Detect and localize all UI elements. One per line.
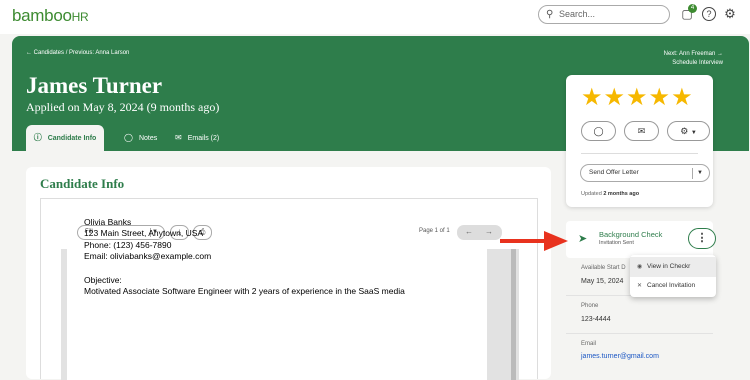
tab-candidate-info[interactable]: ⓘ Candidate Info (26, 125, 104, 151)
page-navigation: ← → (457, 225, 502, 240)
chat-icon: ◯ (593, 126, 604, 136)
resume-line: Phone: (123) 456-7890 (84, 239, 172, 250)
mail-icon: ✉ (637, 126, 646, 136)
gear-icon: ⚙ (680, 126, 689, 136)
resume-line: Email: oliviabanks@example.com (84, 251, 212, 262)
chat-icon: ◯ (124, 133, 133, 142)
candidate-info-card: Candidate Info Fill ▼ ⤓ ⎙ Page 1 of 1 ← … (26, 167, 551, 380)
search-input[interactable]: ⚲ Search... (538, 5, 670, 24)
tab-label: Emails (2) (187, 135, 220, 142)
chevron-down-icon: ▼ (690, 130, 697, 136)
breadcrumb[interactable]: ← Candidates / Previous: Anna Larson (26, 50, 129, 56)
paper-plane-icon: ➤ (578, 233, 588, 245)
star-icon[interactable]: ★ (604, 84, 627, 111)
bamboohr-logo[interactable]: bambooHR (12, 6, 89, 26)
mail-icon: ✉ (175, 133, 182, 142)
x-icon: ✕ (637, 283, 643, 289)
star-icon[interactable]: ★ (671, 84, 694, 111)
background-check-title: Background Check (599, 230, 663, 239)
star-rating[interactable]: ★★★★★ (581, 86, 694, 110)
offer-letter-select[interactable]: Send Offer Letter ▼ (580, 164, 710, 182)
menu-item-view-in-checkr[interactable]: ◉ View in Checkr (630, 257, 716, 277)
tab-label: Candidate Info (47, 135, 97, 142)
phone-label: Phone (581, 303, 599, 309)
start-date-value: May 15, 2024 (581, 278, 624, 285)
search-placeholder: Search... (559, 9, 596, 19)
top-bar: bambooHR ⚲ Search... ▢ 4 ? ⚙ (0, 0, 750, 34)
tab-notes[interactable]: ◯ Notes (124, 125, 157, 151)
next-candidate-status: Schedule Interview (672, 60, 723, 66)
tab-label: Notes (138, 135, 158, 142)
applied-date: Applied on May 8, 2024 (9 months ago) (26, 100, 220, 114)
red-arrow-annotation (500, 231, 568, 251)
eye-icon: ◉ (637, 264, 643, 270)
resume-text: Olivia Banks 123 Main Street, Anytown, U… (84, 217, 405, 297)
search-icon: ⚲ (546, 9, 554, 20)
tab-emails[interactable]: ✉ Emails (2) (175, 125, 219, 151)
email-link[interactable]: james.turner@gmail.com (581, 353, 659, 360)
arrow-head (544, 231, 568, 251)
page-indicator: Page 1 of 1 (419, 228, 450, 234)
next-page-button[interactable]: → (485, 225, 493, 239)
divider (566, 333, 713, 334)
menu-item-cancel-invitation[interactable]: ✕ Cancel Invitation (630, 276, 716, 296)
select-divider (692, 168, 693, 179)
menu-item-label: View in Checkr (647, 263, 691, 270)
updated-prefix: Updated (581, 191, 602, 197)
chevron-down-icon: ▼ (697, 170, 703, 176)
email-label: Email (581, 341, 597, 347)
email-button[interactable]: ✉ (624, 121, 659, 141)
previous-page-button[interactable]: ← (465, 225, 473, 239)
resume-line: Olivia Banks (84, 217, 132, 227)
updated-value: 2 months ago (603, 191, 640, 197)
candidate-name: James Turner (26, 73, 163, 98)
comment-button[interactable]: ◯ (581, 121, 616, 141)
resume-line: Motivated Associate Software Engineer wi… (84, 286, 405, 297)
offer-select-value: Send Offer Letter (589, 169, 639, 176)
logo-text: bamboo (12, 6, 72, 25)
background-check-menu: ◉ View in Checkr ✕ Cancel Invitation (630, 255, 716, 297)
section-title: Candidate Info (40, 176, 125, 191)
gear-icon[interactable]: ⚙ (723, 7, 737, 21)
more-options-button[interactable]: ⋮ (688, 228, 716, 249)
divider (581, 153, 698, 154)
star-icon[interactable]: ★ (626, 84, 649, 111)
background-check-card: ➤ Background Check Invitation Sent ⋮ (566, 221, 716, 258)
resume-line: 123 Main Street, Anytown, USA (84, 228, 204, 239)
start-date-label: Available Start D (581, 265, 626, 271)
help-icon[interactable]: ? (702, 7, 716, 21)
next-candidate-link[interactable]: Next: Ann Freeman → Schedule Interview (664, 50, 723, 68)
logo-suffix: HR (71, 10, 89, 24)
rating-card: ★★★★★ ◯ ✉ ⚙ ▼ Send Offer Letter ▼ Update… (566, 75, 713, 207)
phone-value: 123-4444 (581, 316, 611, 323)
star-icon[interactable]: ★ (649, 84, 672, 111)
menu-item-label: Cancel Invitation (647, 282, 696, 289)
settings-dropdown-button[interactable]: ⚙ ▼ (667, 121, 710, 141)
kebab-icon: ⋮ (696, 232, 708, 244)
next-candidate-label: Next: Ann Freeman → (663, 51, 723, 57)
info-icon: ⓘ (33, 133, 42, 142)
resume-line: Objective: (84, 274, 122, 285)
background-check-status: Invitation Sent (599, 240, 634, 246)
star-icon[interactable]: ★ (581, 84, 604, 111)
notification-badge: 4 (688, 4, 697, 13)
scrollbar[interactable] (511, 249, 516, 380)
updated-text: Updated 2 months ago (581, 191, 639, 197)
